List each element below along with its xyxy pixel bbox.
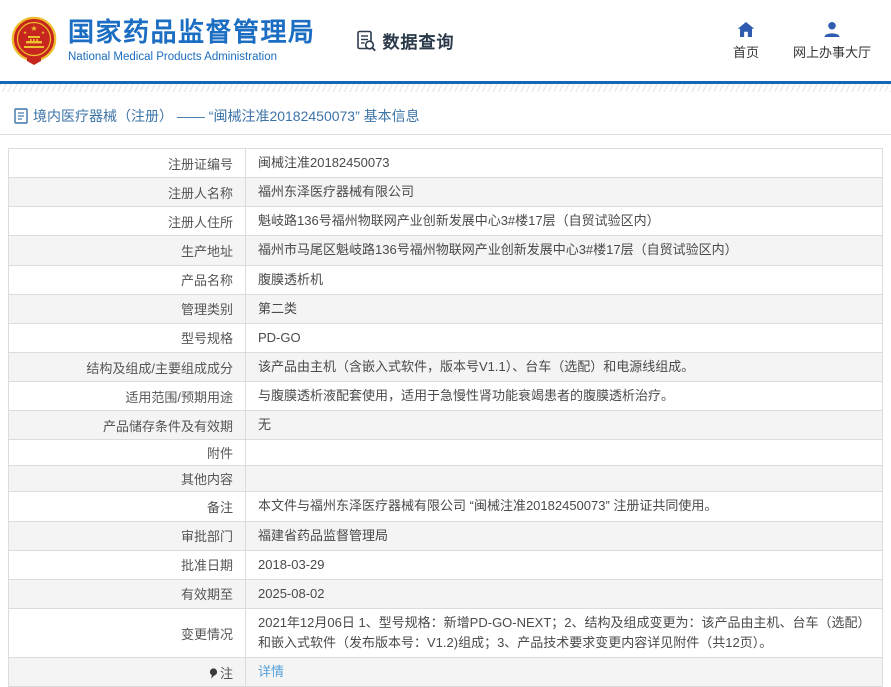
row-label: 审批部门 xyxy=(9,521,246,550)
national-emblem-icon: ★ ★ ★ xyxy=(10,16,58,66)
row-label: 生产地址 xyxy=(9,236,246,265)
nav-item-service-hall[interactable]: 网上办事大厅 xyxy=(793,21,871,61)
breadcrumb: 境内医疗器械（注册） —— “闽械注准20182450073” 基本信息 xyxy=(0,100,891,135)
row-value: 第二类 xyxy=(246,294,883,323)
row-label: 注册人名称 xyxy=(9,178,246,207)
row-label: 有效期至 xyxy=(9,579,246,608)
table-row: 附件 xyxy=(9,440,883,466)
row-label: 适用范围/预期用途 xyxy=(9,382,246,411)
nav-item-label: 网上办事大厅 xyxy=(793,42,871,61)
table-row: 注册人住所魁岐路136号福州物联网产业创新发展中心3#楼17层（自贸试验区内） xyxy=(9,207,883,236)
row-value: 2018-03-29 xyxy=(246,550,883,579)
document-search-icon xyxy=(354,29,378,53)
row-label: 结构及组成/主要组成成分 xyxy=(9,352,246,381)
row-label: 型号规格 xyxy=(9,323,246,352)
nav-item-home[interactable]: 首页 xyxy=(733,21,759,61)
row-value xyxy=(246,466,883,492)
table-row: 审批部门福建省药品监督管理局 xyxy=(9,521,883,550)
site-header: ★ ★ ★ 国家药品监督管理局 National Medical Product… xyxy=(0,0,891,84)
table-row: 备注本文件与福州东泽医疗器械有限公司 “闽械注准20182450073” 注册证… xyxy=(9,492,883,521)
row-value xyxy=(246,440,883,466)
table-row: 注册证编号闽械注准20182450073 xyxy=(9,149,883,178)
table-row: 其他内容 xyxy=(9,466,883,492)
table-row: 管理类别第二类 xyxy=(9,294,883,323)
row-label: 其他内容 xyxy=(9,466,246,492)
row-value: 详情 xyxy=(246,658,883,687)
row-value: 2025-08-02 xyxy=(246,579,883,608)
row-label: 变更情况 xyxy=(9,608,246,657)
table-row: 注册人名称福州东泽医疗器械有限公司 xyxy=(9,178,883,207)
table-row: 批准日期2018-03-29 xyxy=(9,550,883,579)
svg-text:★: ★ xyxy=(30,24,37,33)
table-row: 注详情 xyxy=(9,658,883,687)
row-label: 产品名称 xyxy=(9,265,246,294)
svg-text:★: ★ xyxy=(41,30,45,35)
table-row: 有效期至2025-08-02 xyxy=(9,579,883,608)
table-row: 生产地址福州市马尾区魁岐路136号福州物联网产业创新发展中心3#楼17层（自贸试… xyxy=(9,236,883,265)
row-label: 管理类别 xyxy=(9,294,246,323)
svg-text:★: ★ xyxy=(23,30,27,35)
row-value: 腹膜透析机 xyxy=(246,265,883,294)
data-query-nav[interactable]: 数据查询 xyxy=(354,28,455,53)
row-label: 注册人住所 xyxy=(9,207,246,236)
site-logo: ★ ★ ★ 国家药品监督管理局 National Medical Product… xyxy=(10,16,316,66)
data-query-label: 数据查询 xyxy=(383,28,455,53)
row-value: 福州市马尾区魁岐路136号福州物联网产业创新发展中心3#楼17层（自贸试验区内） xyxy=(246,236,883,265)
row-label: 批准日期 xyxy=(9,550,246,579)
row-label: 备注 xyxy=(9,492,246,521)
row-label: 注 xyxy=(9,658,246,687)
table-row: 型号规格PD-GO xyxy=(9,323,883,352)
site-title: 国家药品监督管理局 xyxy=(68,18,316,48)
row-value: 2021年12月06日 1、型号规格：新增PD-GO-NEXT；2、结构及组成变… xyxy=(246,608,883,657)
registration-info-table: 注册证编号闽械注准20182450073注册人名称福州东泽医疗器械有限公司注册人… xyxy=(8,148,883,687)
header-nav: 首页 网上办事大厅 xyxy=(733,21,877,61)
row-value: 福州东泽医疗器械有限公司 xyxy=(246,178,883,207)
table-row: 产品名称腹膜透析机 xyxy=(9,265,883,294)
info-table-body: 注册证编号闽械注准20182450073注册人名称福州东泽医疗器械有限公司注册人… xyxy=(9,149,883,687)
row-label: 注册证编号 xyxy=(9,149,246,178)
detail-link[interactable]: 详情 xyxy=(258,664,284,679)
document-icon xyxy=(14,108,28,124)
row-value: PD-GO xyxy=(246,323,883,352)
nav-item-label: 首页 xyxy=(733,42,759,61)
breadcrumb-text: 境内医疗器械（注册） —— “闽械注准20182450073” 基本信息 xyxy=(33,106,420,126)
row-value: 闽械注准20182450073 xyxy=(246,149,883,178)
brand-text: 国家药品监督管理局 National Medical Products Admi… xyxy=(68,18,316,63)
row-value: 该产品由主机（含嵌入式软件，版本号V1.1）、台车（选配）和电源线组成。 xyxy=(246,352,883,381)
row-value: 福建省药品监督管理局 xyxy=(246,521,883,550)
table-row: 变更情况2021年12月06日 1、型号规格：新增PD-GO-NEXT；2、结构… xyxy=(9,608,883,657)
row-value: 与腹膜透析液配套使用，适用于急慢性肾功能衰竭患者的腹膜透析治疗。 xyxy=(246,382,883,411)
row-value: 魁岐路136号福州物联网产业创新发展中心3#楼17层（自贸试验区内） xyxy=(246,207,883,236)
row-value: 无 xyxy=(246,411,883,440)
table-row: 适用范围/预期用途与腹膜透析液配套使用，适用于急慢性肾功能衰竭患者的腹膜透析治疗… xyxy=(9,382,883,411)
home-icon xyxy=(737,21,755,38)
row-label: 附件 xyxy=(9,440,246,466)
row-value: 本文件与福州东泽医疗器械有限公司 “闽械注准20182450073” 注册证共同… xyxy=(246,492,883,521)
table-row: 结构及组成/主要组成成分该产品由主机（含嵌入式软件，版本号V1.1）、台车（选配… xyxy=(9,352,883,381)
hatch-divider xyxy=(0,84,891,92)
note-icon xyxy=(209,667,218,682)
site-subtitle: National Medical Products Administration xyxy=(68,51,316,63)
user-icon xyxy=(823,21,841,38)
table-row: 产品储存条件及有效期无 xyxy=(9,411,883,440)
row-label: 产品储存条件及有效期 xyxy=(9,411,246,440)
